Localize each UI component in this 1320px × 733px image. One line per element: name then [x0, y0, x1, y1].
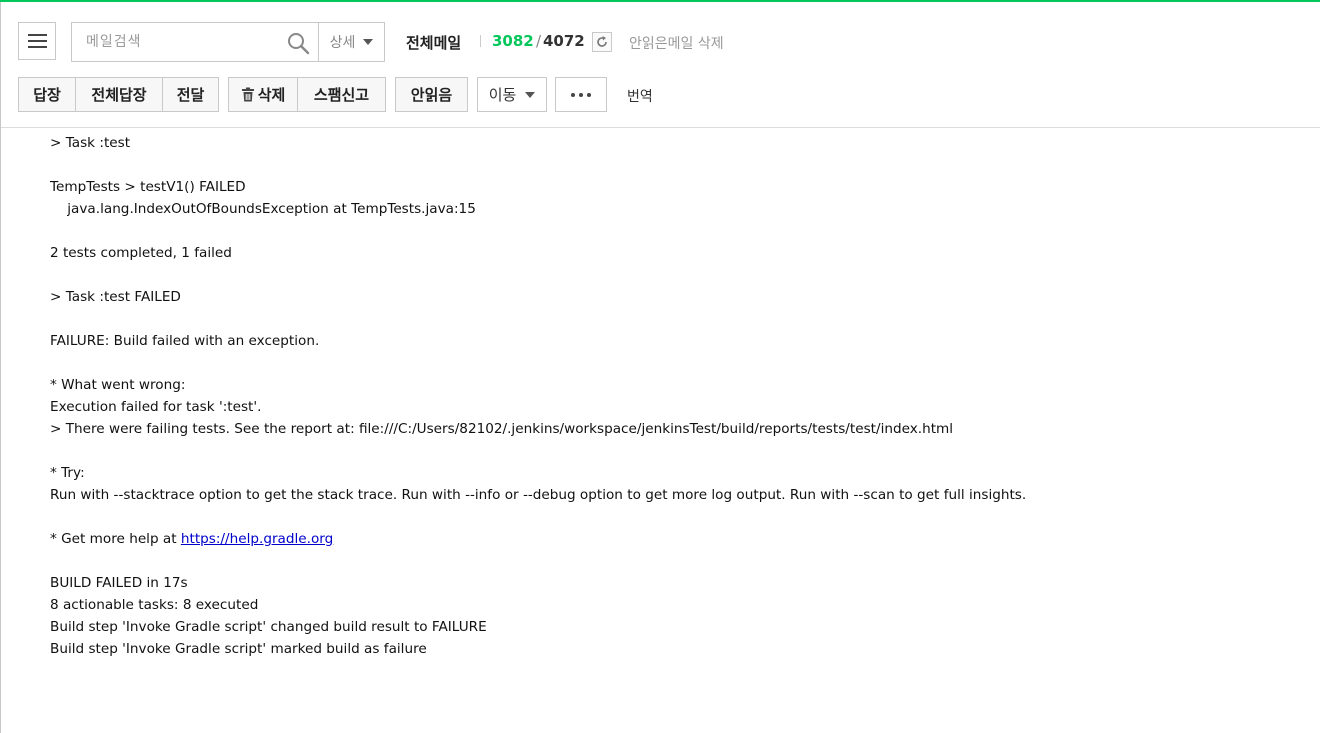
mail-line: > Task :test: [50, 135, 131, 151]
mail-line: * What went wrong:: [50, 377, 186, 393]
mail-body-lines: > Task :test TempTests > testV1() FAILED …: [50, 132, 1310, 528]
mail-line: TempTests > testV1() FAILED: [50, 179, 246, 195]
mail-line: FAILURE: Build failed with an exception.: [50, 333, 320, 349]
mail-line: 2 tests completed, 1 failed: [50, 245, 232, 261]
hamburger-icon: [27, 34, 47, 36]
search-box: [71, 22, 319, 62]
mail-line: [50, 308, 1310, 330]
mail-line: Run with --stacktrace option to get the …: [50, 487, 1027, 503]
search-input[interactable]: [72, 23, 277, 61]
count-separator: /: [536, 32, 542, 50]
mail-line: [50, 220, 1310, 242]
refresh-icon: [597, 36, 607, 47]
refresh-button[interactable]: [592, 32, 612, 52]
mail-help-line: * Get more help at https://help.gradle.o…: [50, 528, 1310, 550]
forward-button[interactable]: 전달: [162, 77, 219, 112]
delete-button[interactable]: 삭제: [228, 77, 298, 112]
move-button[interactable]: 이동: [477, 77, 547, 112]
delete-label: 삭제: [257, 86, 286, 104]
mail-body-tail: BUILD FAILED in 17s 8 actionable tasks: 8…: [50, 550, 1310, 660]
detail-search-button[interactable]: 상세: [318, 22, 385, 62]
help-link[interactable]: https://help.gradle.org: [181, 531, 333, 547]
reply-button[interactable]: 답장: [18, 77, 76, 112]
mail-body: > Task :test TempTests > testV1() FAILED …: [50, 132, 1310, 660]
chevron-down-icon: [525, 91, 536, 98]
reply-all-button[interactable]: 전체답장: [75, 77, 163, 112]
trash-icon: [241, 87, 254, 102]
mail-line: java.lang.IndexOutOfBoundsException at T…: [50, 201, 476, 217]
mail-line: [50, 352, 1310, 374]
toolbar-divider: [1, 127, 1320, 128]
search-icon[interactable]: [286, 31, 310, 55]
more-dots-icon: [571, 92, 591, 97]
total-count: 4072: [543, 32, 585, 50]
mail-line: [50, 154, 1310, 176]
mail-line: Build step 'Invoke Gradle script' change…: [50, 619, 487, 635]
mail-line: 8 actionable tasks: 8 executed: [50, 597, 259, 613]
spam-report-button[interactable]: 스팸신고: [297, 77, 386, 112]
left-border: [0, 2, 1, 733]
more-button[interactable]: [555, 77, 607, 112]
help-prefix: * Get more help at: [50, 531, 181, 547]
mail-line: [50, 440, 1310, 462]
mark-unread-button[interactable]: 안읽음: [395, 77, 468, 112]
delete-unread-link[interactable]: 안읽은메일 삭제: [629, 33, 724, 53]
menu-button[interactable]: [18, 22, 56, 60]
chevron-down-icon: [363, 39, 374, 45]
mail-line: Execution failed for task ':test'.: [50, 399, 262, 415]
mail-line: * Try:: [50, 465, 85, 481]
divider: [480, 35, 481, 47]
mail-line: BUILD FAILED in 17s: [50, 575, 188, 591]
move-label: 이동: [488, 86, 517, 104]
mail-line: > Task :test FAILED: [50, 289, 181, 305]
mail-line: [50, 264, 1310, 286]
mail-line: [50, 506, 1310, 528]
top-accent-bar: [0, 0, 1320, 2]
mail-line: Build step 'Invoke Gradle script' marked…: [50, 641, 427, 657]
unread-count[interactable]: 3082: [492, 32, 534, 50]
mailbox-title: 전체메일: [406, 34, 462, 52]
mail-line: > There were failing tests. See the repo…: [50, 421, 954, 437]
detail-label: 상세: [329, 35, 356, 51]
translate-button[interactable]: 번역: [627, 86, 653, 106]
mail-line: [50, 550, 1310, 572]
